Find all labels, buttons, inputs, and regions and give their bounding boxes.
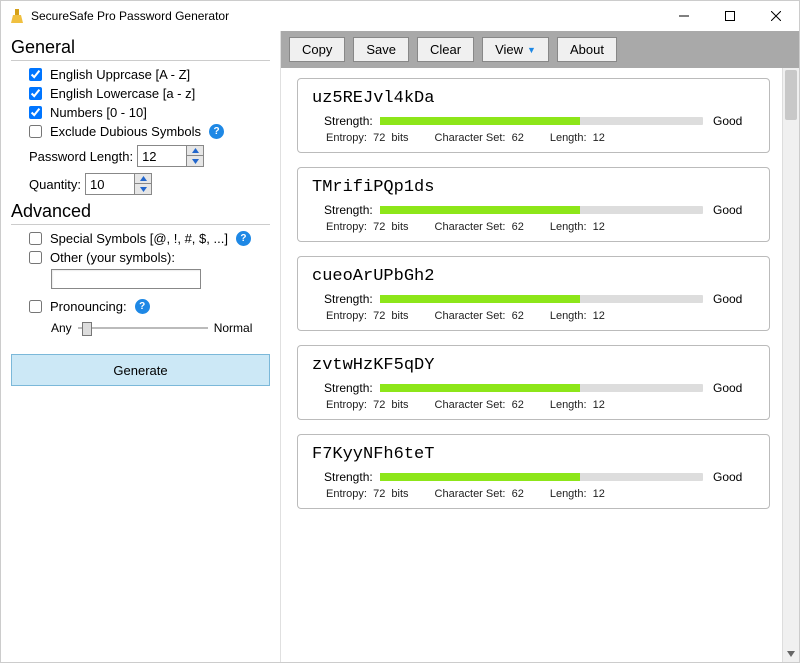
view-label: View bbox=[495, 42, 523, 57]
strength-rating: Good bbox=[713, 203, 755, 217]
help-icon[interactable]: ? bbox=[209, 124, 224, 139]
app-icon bbox=[9, 8, 25, 24]
uppercase-checkbox[interactable] bbox=[29, 68, 42, 81]
slider-thumb[interactable] bbox=[82, 322, 92, 336]
pronounce-label: Pronouncing: bbox=[50, 299, 127, 314]
save-button[interactable]: Save bbox=[353, 37, 409, 62]
general-heading: General bbox=[11, 37, 270, 61]
quantity-input[interactable] bbox=[86, 174, 134, 194]
window-title: SecureSafe Pro Password Generator bbox=[31, 9, 661, 23]
length-up-icon[interactable] bbox=[187, 146, 203, 156]
entropy-stat: Entropy: 72 bits bbox=[326, 132, 409, 144]
lowercase-checkbox[interactable] bbox=[29, 87, 42, 100]
titlebar: SecureSafe Pro Password Generator bbox=[1, 1, 799, 31]
slider-normal-label: Normal bbox=[214, 321, 253, 335]
length-input[interactable] bbox=[138, 146, 186, 166]
generate-button[interactable]: Generate bbox=[11, 354, 270, 386]
advanced-heading: Advanced bbox=[11, 201, 270, 225]
length-stepper[interactable] bbox=[137, 145, 204, 167]
password-text[interactable]: uz5REJvl4kDa bbox=[312, 89, 755, 108]
password-card: F7KyyNFh6teT Strength: Good Entropy: 72 bit… bbox=[297, 434, 770, 509]
scroll-down-icon[interactable] bbox=[783, 645, 799, 662]
view-button[interactable]: View ▼ bbox=[482, 37, 549, 62]
entropy-stat: Entropy: 72 bits bbox=[326, 221, 409, 233]
quantity-label: Quantity: bbox=[29, 177, 81, 192]
charset-stat: Character Set: 62 bbox=[435, 488, 524, 500]
length-stat: Length: 12 bbox=[550, 488, 605, 500]
charset-stat: Character Set: 62 bbox=[435, 399, 524, 411]
entropy-stat: Entropy: 72 bits bbox=[326, 310, 409, 322]
copy-button[interactable]: Copy bbox=[289, 37, 345, 62]
password-text[interactable]: zvtwHzKF5qDY bbox=[312, 356, 755, 375]
length-label: Password Length: bbox=[29, 149, 133, 164]
special-label: Special Symbols [@, !, #, $, ...] bbox=[50, 231, 228, 246]
quantity-down-icon[interactable] bbox=[135, 184, 151, 194]
chevron-down-icon: ▼ bbox=[527, 45, 536, 55]
length-stat: Length: 12 bbox=[550, 399, 605, 411]
length-stat: Length: 12 bbox=[550, 132, 605, 144]
password-card: zvtwHzKF5qDY Strength: Good Entropy: 72 bit… bbox=[297, 345, 770, 420]
strength-rating: Good bbox=[713, 114, 755, 128]
pronounce-slider[interactable] bbox=[78, 318, 208, 338]
password-text[interactable]: F7KyyNFh6teT bbox=[312, 445, 755, 464]
strength-bar bbox=[380, 117, 703, 125]
length-stat: Length: 12 bbox=[550, 221, 605, 233]
scrollbar[interactable] bbox=[782, 68, 799, 662]
other-label: Other (your symbols): bbox=[50, 250, 175, 265]
quantity-stepper[interactable] bbox=[85, 173, 152, 195]
scrollbar-thumb[interactable] bbox=[785, 70, 797, 120]
password-text[interactable]: TMrifiPQp1ds bbox=[312, 178, 755, 197]
pronounce-checkbox[interactable] bbox=[29, 300, 42, 313]
other-input[interactable] bbox=[51, 269, 201, 289]
password-text[interactable]: cueoArUPbGh2 bbox=[312, 267, 755, 286]
strength-label: Strength: bbox=[312, 114, 370, 128]
charset-stat: Character Set: 62 bbox=[435, 310, 524, 322]
about-button[interactable]: About bbox=[557, 37, 617, 62]
strength-label: Strength: bbox=[312, 292, 370, 306]
toolbar: Copy Save Clear View ▼ About bbox=[281, 31, 799, 68]
special-checkbox[interactable] bbox=[29, 232, 42, 245]
exclude-checkbox[interactable] bbox=[29, 125, 42, 138]
strength-label: Strength: bbox=[312, 381, 370, 395]
lowercase-label: English Lowercase [a - z] bbox=[50, 86, 195, 101]
strength-rating: Good bbox=[713, 470, 755, 484]
strength-label: Strength: bbox=[312, 203, 370, 217]
strength-label: Strength: bbox=[312, 470, 370, 484]
sidebar: General English Upprcase [A - Z] English… bbox=[1, 31, 281, 662]
minimize-button[interactable] bbox=[661, 1, 707, 31]
numbers-checkbox[interactable] bbox=[29, 106, 42, 119]
numbers-label: Numbers [0 - 10] bbox=[50, 105, 147, 120]
quantity-up-icon[interactable] bbox=[135, 174, 151, 184]
strength-bar bbox=[380, 473, 703, 481]
close-button[interactable] bbox=[753, 1, 799, 31]
exclude-label: Exclude Dubious Symbols bbox=[50, 124, 201, 139]
help-icon[interactable]: ? bbox=[236, 231, 251, 246]
entropy-stat: Entropy: 72 bits bbox=[326, 488, 409, 500]
uppercase-label: English Upprcase [A - Z] bbox=[50, 67, 190, 82]
charset-stat: Character Set: 62 bbox=[435, 132, 524, 144]
strength-rating: Good bbox=[713, 292, 755, 306]
strength-rating: Good bbox=[713, 381, 755, 395]
main-panel: Copy Save Clear View ▼ About uz5REJvl4kD… bbox=[281, 31, 799, 662]
clear-button[interactable]: Clear bbox=[417, 37, 474, 62]
password-card: uz5REJvl4kDa Strength: Good Entropy: 72 bit… bbox=[297, 78, 770, 153]
length-stat: Length: 12 bbox=[550, 310, 605, 322]
other-checkbox[interactable] bbox=[29, 251, 42, 264]
entropy-stat: Entropy: 72 bits bbox=[326, 399, 409, 411]
password-card: cueoArUPbGh2 Strength: Good Entropy: 72 bit… bbox=[297, 256, 770, 331]
strength-bar bbox=[380, 295, 703, 303]
charset-stat: Character Set: 62 bbox=[435, 221, 524, 233]
password-card: TMrifiPQp1ds Strength: Good Entropy: 72 bit… bbox=[297, 167, 770, 242]
maximize-button[interactable] bbox=[707, 1, 753, 31]
length-down-icon[interactable] bbox=[187, 156, 203, 166]
slider-any-label: Any bbox=[51, 321, 72, 335]
results-list: uz5REJvl4kDa Strength: Good Entropy: 72 bit… bbox=[281, 68, 782, 662]
strength-bar bbox=[380, 206, 703, 214]
strength-bar bbox=[380, 384, 703, 392]
help-icon[interactable]: ? bbox=[135, 299, 150, 314]
